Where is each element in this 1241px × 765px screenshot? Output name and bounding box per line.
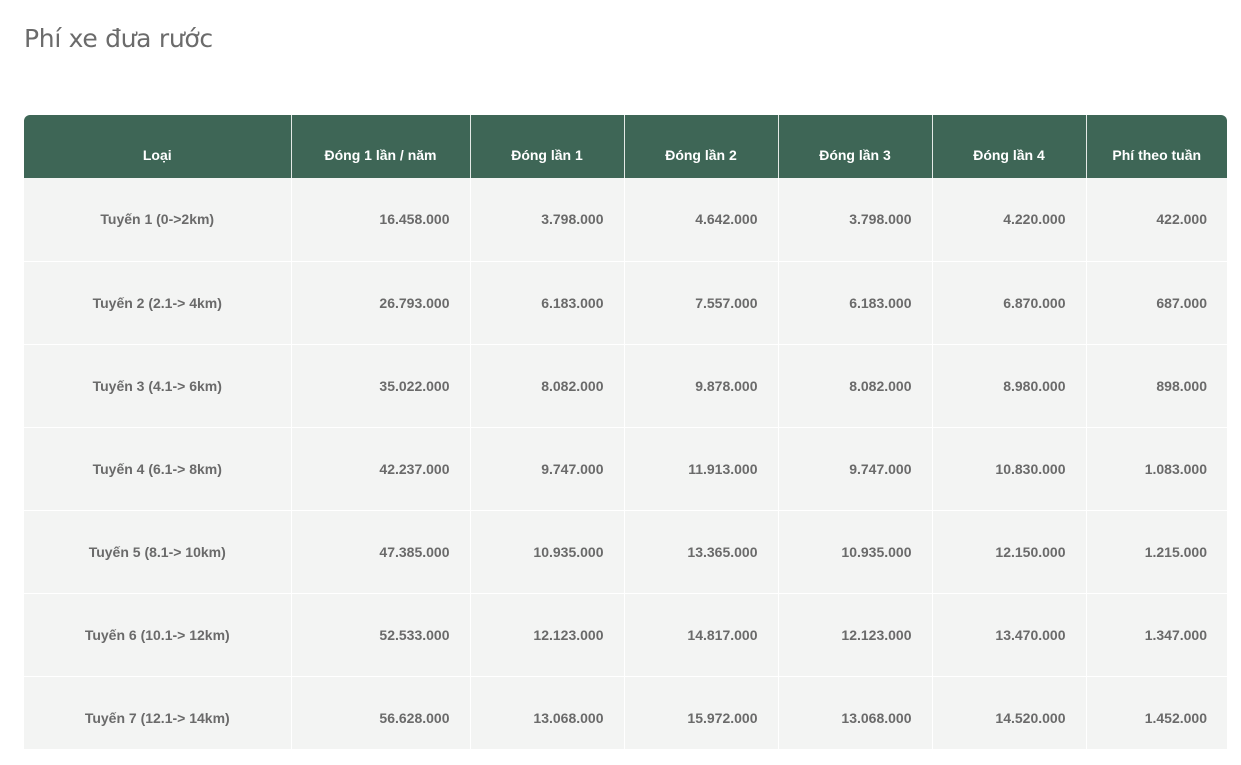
installment-3-cell: 12.123.000 (778, 593, 933, 677)
route-name-cell: Tuyến 4 (6.1-> 8km) (24, 427, 292, 511)
header-installment-4: Đóng lần 4 (932, 115, 1087, 178)
route-name-cell: Tuyến 2 (2.1-> 4km) (24, 261, 292, 345)
annual-fee-cell: 47.385.000 (291, 510, 471, 594)
weekly-fee-cell: 898.000 (1086, 344, 1227, 428)
header-type: Loại (24, 115, 292, 178)
installment-4-cell: 14.520.000 (932, 676, 1087, 749)
weekly-fee-cell: 1.452.000 (1086, 676, 1227, 749)
weekly-fee-cell: 1.215.000 (1086, 510, 1227, 594)
table-row: Tuyến 7 (12.1-> 14km) 56.628.000 13.068.… (24, 676, 1227, 749)
installment-1-cell: 10.935.000 (470, 510, 625, 594)
weekly-fee-cell: 687.000 (1086, 261, 1227, 345)
installment-4-cell: 12.150.000 (932, 510, 1087, 594)
route-name-cell: Tuyến 7 (12.1-> 14km) (24, 676, 292, 749)
installment-1-cell: 3.798.000 (470, 178, 625, 262)
installment-2-cell: 13.365.000 (624, 510, 779, 594)
table-row: Tuyến 2 (2.1-> 4km) 26.793.000 6.183.000… (24, 261, 1227, 345)
installment-4-cell: 6.870.000 (932, 261, 1087, 345)
table-body: Tuyến 1 (0->2km) 16.458.000 3.798.000 4.… (24, 178, 1227, 749)
weekly-fee-cell: 1.083.000 (1086, 427, 1227, 511)
weekly-fee-cell: 1.347.000 (1086, 593, 1227, 677)
fee-table: Loại Đóng 1 lần / năm Đóng lần 1 Đóng lầ… (24, 115, 1227, 749)
weekly-fee-cell: 422.000 (1086, 178, 1227, 262)
installment-1-cell: 8.082.000 (470, 344, 625, 428)
route-name-cell: Tuyến 6 (10.1-> 12km) (24, 593, 292, 677)
installment-4-cell: 8.980.000 (932, 344, 1087, 428)
header-installment-1: Đóng lần 1 (470, 115, 625, 178)
installment-2-cell: 4.642.000 (624, 178, 779, 262)
header-installment-3: Đóng lần 3 (778, 115, 933, 178)
table-header: Loại Đóng 1 lần / năm Đóng lần 1 Đóng lầ… (24, 115, 1227, 178)
installment-3-cell: 8.082.000 (778, 344, 933, 428)
installment-3-cell: 3.798.000 (778, 178, 933, 262)
table-row: Tuyến 3 (4.1-> 6km) 35.022.000 8.082.000… (24, 344, 1227, 428)
installment-1-cell: 9.747.000 (470, 427, 625, 511)
page-title: Phí xe đưa rước (24, 24, 213, 53)
header-weekly: Phí theo tuần (1086, 115, 1227, 178)
installment-2-cell: 7.557.000 (624, 261, 779, 345)
table-row: Tuyến 4 (6.1-> 8km) 42.237.000 9.747.000… (24, 427, 1227, 511)
annual-fee-cell: 56.628.000 (291, 676, 471, 749)
installment-3-cell: 9.747.000 (778, 427, 933, 511)
installment-1-cell: 13.068.000 (470, 676, 625, 749)
table-row: Tuyến 1 (0->2km) 16.458.000 3.798.000 4.… (24, 178, 1227, 262)
fee-table-container: Loại Đóng 1 lần / năm Đóng lần 1 Đóng lầ… (24, 115, 1227, 749)
header-annual: Đóng 1 lần / năm (291, 115, 471, 178)
annual-fee-cell: 26.793.000 (291, 261, 471, 345)
installment-2-cell: 14.817.000 (624, 593, 779, 677)
annual-fee-cell: 42.237.000 (291, 427, 471, 511)
installment-1-cell: 6.183.000 (470, 261, 625, 345)
installment-1-cell: 12.123.000 (470, 593, 625, 677)
installment-3-cell: 6.183.000 (778, 261, 933, 345)
header-row: Loại Đóng 1 lần / năm Đóng lần 1 Đóng lầ… (24, 115, 1227, 178)
installment-4-cell: 4.220.000 (932, 178, 1087, 262)
installment-2-cell: 11.913.000 (624, 427, 779, 511)
table-row: Tuyến 5 (8.1-> 10km) 47.385.000 10.935.0… (24, 510, 1227, 594)
installment-3-cell: 13.068.000 (778, 676, 933, 749)
table-row: Tuyến 6 (10.1-> 12km) 52.533.000 12.123.… (24, 593, 1227, 677)
installment-2-cell: 15.972.000 (624, 676, 779, 749)
installment-3-cell: 10.935.000 (778, 510, 933, 594)
annual-fee-cell: 16.458.000 (291, 178, 471, 262)
header-installment-2: Đóng lần 2 (624, 115, 779, 178)
installment-4-cell: 13.470.000 (932, 593, 1087, 677)
annual-fee-cell: 35.022.000 (291, 344, 471, 428)
route-name-cell: Tuyến 5 (8.1-> 10km) (24, 510, 292, 594)
annual-fee-cell: 52.533.000 (291, 593, 471, 677)
route-name-cell: Tuyến 3 (4.1-> 6km) (24, 344, 292, 428)
route-name-cell: Tuyến 1 (0->2km) (24, 178, 292, 262)
installment-4-cell: 10.830.000 (932, 427, 1087, 511)
installment-2-cell: 9.878.000 (624, 344, 779, 428)
